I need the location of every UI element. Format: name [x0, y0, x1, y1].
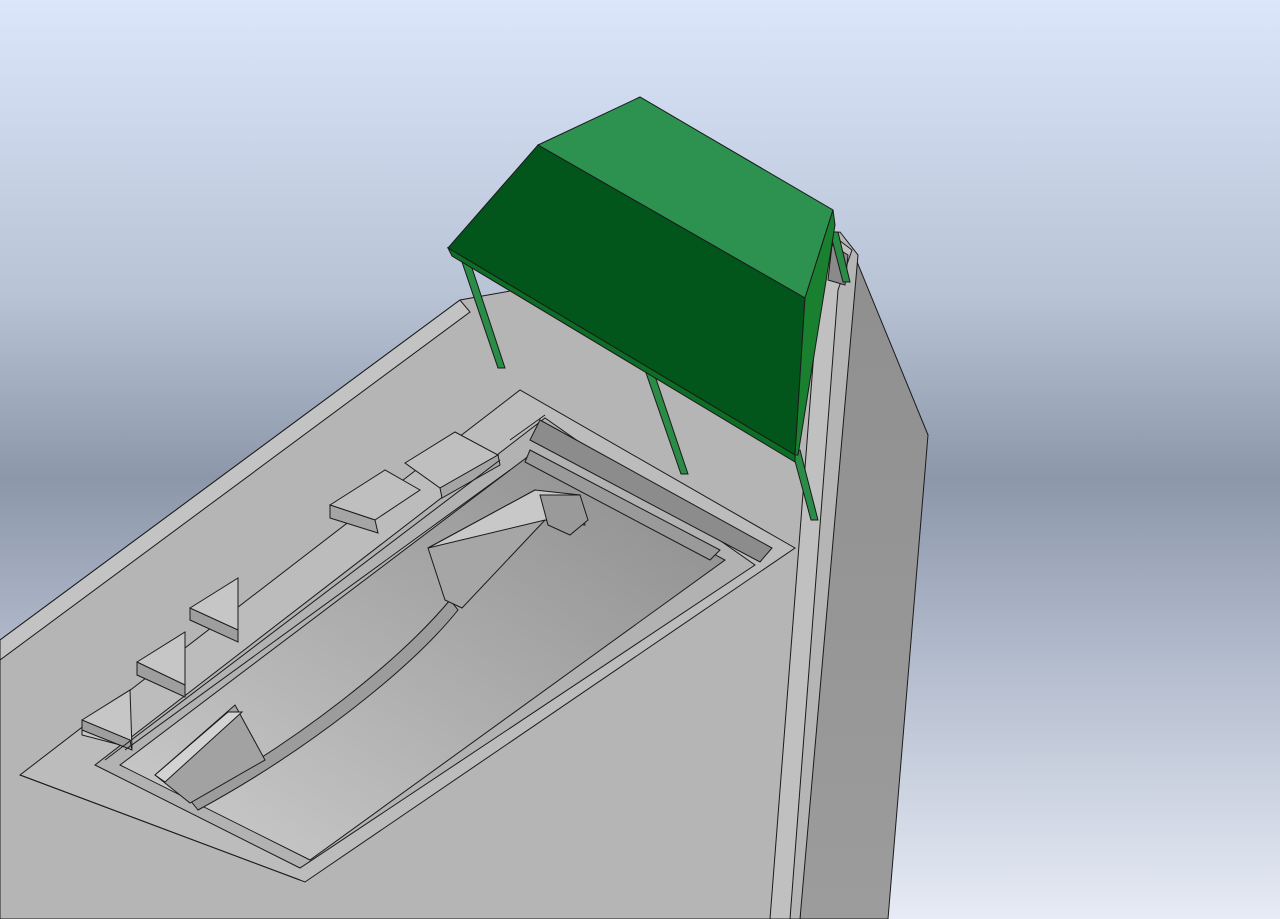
cad-3d-viewport[interactable]: [0, 0, 1280, 919]
cad-model-view: [0, 0, 1280, 919]
